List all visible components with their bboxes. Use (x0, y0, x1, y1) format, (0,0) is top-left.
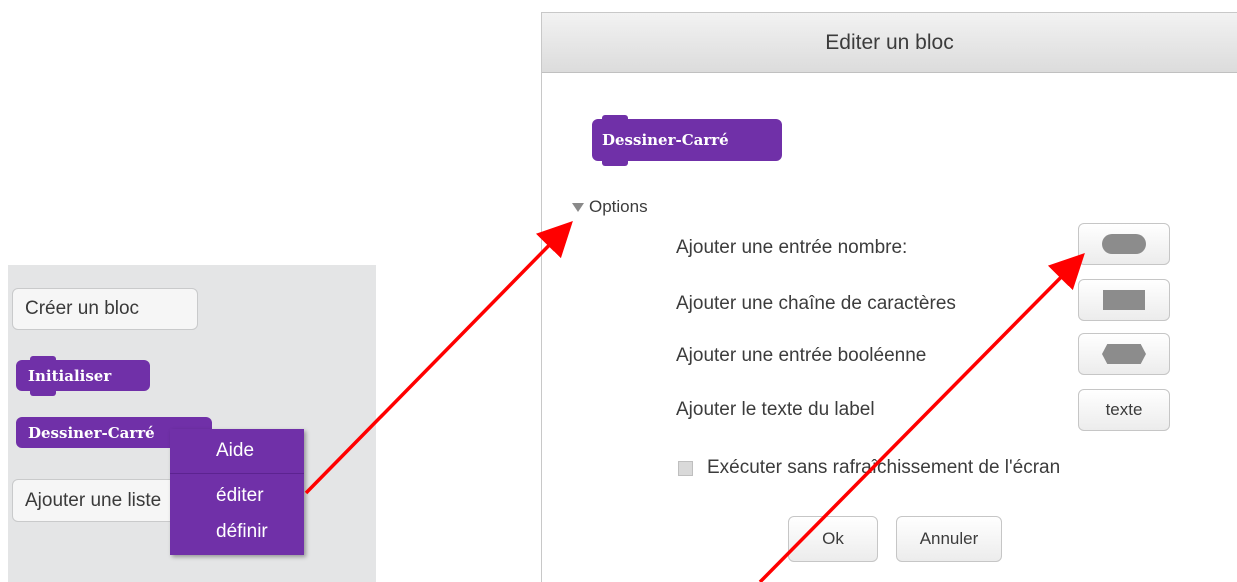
dialog-block-preview[interactable]: Dessiner-Carré (592, 115, 782, 166)
add-number-input-button[interactable] (1078, 223, 1170, 265)
add-boolean-input-button[interactable] (1078, 333, 1170, 375)
edit-block-dialog: Editer un bloc Dessiner-Carré Options Aj… (541, 12, 1237, 582)
run-without-refresh-checkbox[interactable] (678, 460, 693, 476)
menu-item-editer[interactable]: éditer (170, 478, 304, 514)
hexagon-input-icon (1102, 344, 1146, 364)
add-label-text-label: Ajouter le texte du label (676, 399, 875, 420)
create-block-button[interactable]: Créer un bloc (12, 288, 198, 330)
add-boolean-input-label: Ajouter une entrée booléenne (676, 345, 927, 366)
rect-input-icon (1103, 290, 1145, 310)
round-input-icon (1102, 234, 1146, 254)
cancel-button[interactable]: Annuler (896, 516, 1002, 562)
dialog-title: Editer un bloc (825, 30, 954, 54)
add-string-input-button[interactable] (1078, 279, 1170, 321)
add-label-text-button[interactable]: texte (1078, 389, 1170, 431)
menu-divider (170, 473, 304, 474)
triangle-down-icon (572, 202, 584, 212)
block-palette: Créer un bloc Initialiser Dessiner-Carré… (8, 265, 376, 582)
add-string-input-label: Ajouter une chaîne de caractères (676, 293, 956, 314)
menu-item-aide[interactable]: Aide (170, 433, 304, 469)
dialog-title-bar[interactable]: Editer un bloc (542, 13, 1237, 73)
options-label: Options (589, 197, 648, 216)
run-without-refresh-option[interactable]: Exécuter sans rafraîchissement de l'écra… (678, 457, 1060, 479)
menu-item-definir[interactable]: définir (170, 514, 304, 550)
ok-button[interactable]: Ok (788, 516, 878, 562)
options-toggle[interactable]: Options (572, 195, 648, 219)
block-initialiser[interactable]: Initialiser (16, 356, 150, 396)
run-without-refresh-label: Exécuter sans rafraîchissement de l'écra… (707, 457, 1061, 478)
add-number-input-label: Ajouter une entrée nombre: (676, 237, 908, 258)
block-context-menu: Aide éditer définir (170, 429, 304, 555)
